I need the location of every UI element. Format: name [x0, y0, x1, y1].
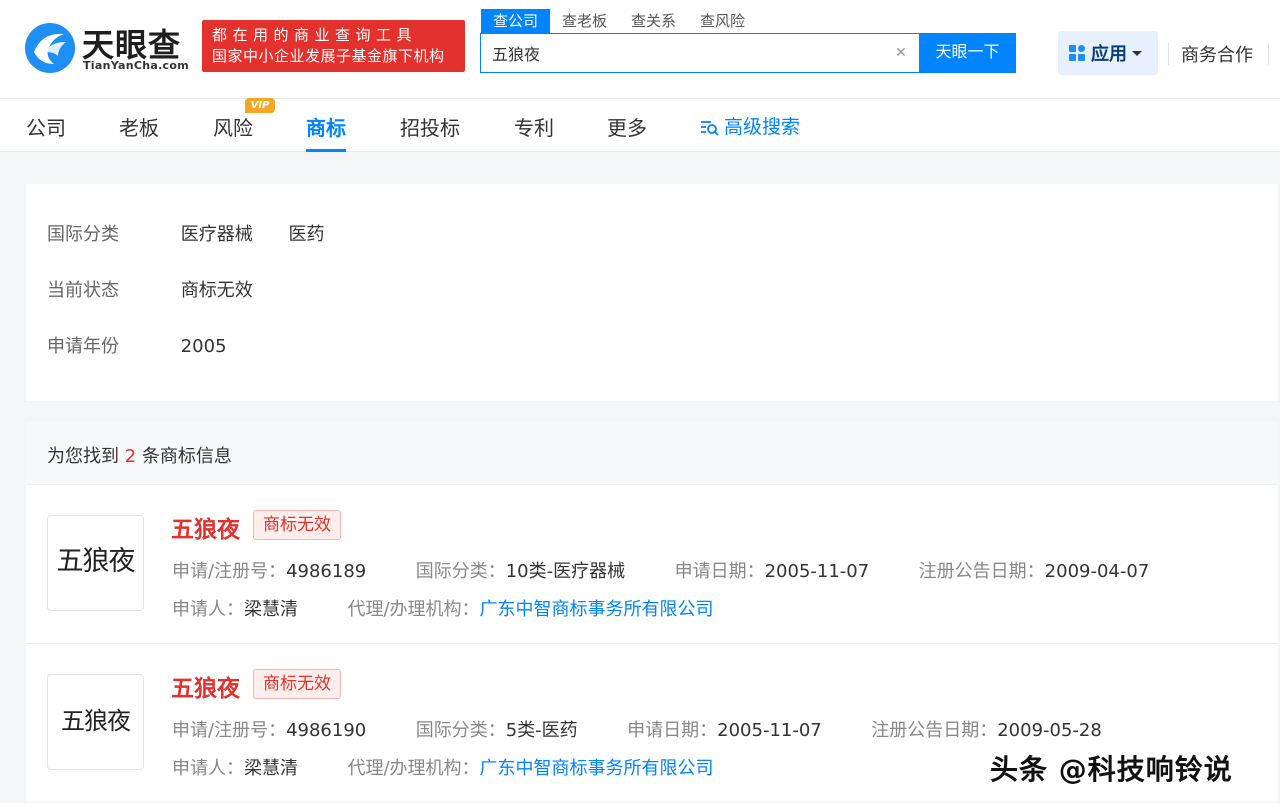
filter-value[interactable]: 2005 — [181, 336, 227, 357]
search-box: ✕ — [480, 33, 920, 73]
search-input[interactable] — [481, 34, 881, 72]
filter-value[interactable]: 商标无效 — [181, 280, 253, 301]
applicant-value[interactable]: 梁慧清 — [244, 758, 298, 779]
filter-value[interactable]: 医药 — [288, 224, 324, 245]
filter-label: 国际分类 — [47, 224, 119, 245]
filter-label: 当前状态 — [47, 280, 119, 301]
chevron-down-icon — [1132, 50, 1142, 56]
pub-date-value: 2009-05-28 — [997, 720, 1102, 741]
filter-label: 申请年份 — [47, 336, 119, 357]
nav-boss[interactable]: 老板 — [119, 112, 159, 152]
applicant-label: 申请人： — [172, 758, 244, 779]
nav-patent[interactable]: 专利 — [514, 112, 554, 152]
apply-date-value: 2005-11-07 — [717, 720, 822, 741]
header-divider-2 — [1268, 43, 1269, 65]
apps-grid-icon — [1069, 45, 1085, 61]
reg-no-label: 申请/注册号： — [172, 561, 287, 582]
trademark-name[interactable]: 五狼夜 — [171, 669, 240, 703]
filter-row-status: 当前状态 商标无效 — [47, 276, 283, 302]
header-divider — [1168, 43, 1169, 65]
status-badge: 商标无效 — [253, 669, 341, 699]
top-header: 天眼查 TianYanCha.com 都在用的商业查询工具 国家中小企业发展子基… — [0, 0, 1280, 98]
results-count: 2 — [124, 446, 137, 467]
pub-date-label: 注册公告日期： — [918, 561, 1045, 582]
tab-search-relation[interactable]: 查关系 — [619, 9, 688, 33]
nav-bidding[interactable]: 招投标 — [400, 112, 460, 152]
trademark-row: 五狼夜 五狼夜 商标无效 申请/注册号：4986189 国际分类：10类-医疗器… — [26, 485, 1278, 644]
business-cooperation-link[interactable]: 商务合作 — [1181, 41, 1253, 67]
pub-date-label: 注册公告日期： — [871, 720, 998, 741]
apply-date-label: 申请日期： — [627, 720, 718, 741]
trademark-meta-line-1: 申请/注册号：4986190 国际分类：5类-医药 申请日期：2005-11-0… — [172, 716, 1102, 742]
apply-date-value: 2005-11-07 — [764, 561, 870, 582]
apps-label: 应用 — [1091, 44, 1127, 65]
apply-date-label: 申请日期： — [674, 561, 765, 582]
advanced-search-label: 高级搜索 — [724, 116, 801, 138]
filter-panel: 国际分类 医疗器械 医药 当前状态 商标无效 申请年份 2005 — [26, 184, 1278, 401]
nav-more[interactable]: 更多 — [607, 112, 647, 152]
tab-search-risk[interactable]: 查风险 — [688, 9, 757, 33]
filter-value[interactable]: 医疗器械 — [181, 224, 253, 245]
search-type-tabs: 查公司 查老板 查关系 查风险 — [481, 9, 757, 33]
slogan-line-2: 国家中小企业发展子基金旗下机构 — [212, 47, 445, 65]
category-nav: 公司 老板 风险 VIP 商标 招投标 专利 更多 高级搜索 — [0, 98, 1280, 152]
applicant-label: 申请人： — [172, 599, 244, 620]
watermark: 头条 @科技响铃说 — [990, 753, 1233, 786]
close-icon[interactable]: ✕ — [893, 45, 909, 61]
class-label: 国际分类： — [415, 561, 506, 582]
applicant-value[interactable]: 梁慧清 — [244, 599, 298, 620]
trademark-image[interactable]: 五狼夜 — [47, 515, 144, 611]
tab-search-boss[interactable]: 查老板 — [550, 9, 619, 33]
advanced-search-icon — [701, 121, 719, 136]
vip-badge: VIP — [245, 98, 275, 113]
filter-row-year: 申请年份 2005 — [47, 332, 257, 358]
reg-no-label: 申请/注册号： — [172, 720, 287, 741]
pub-date-value: 2009-04-07 — [1044, 561, 1150, 582]
agent-link[interactable]: 广东中智商标事务所有限公司 — [480, 758, 714, 779]
class-label: 国际分类： — [415, 720, 506, 741]
trademark-meta-line-1: 申请/注册号：4986189 国际分类：10类-医疗器械 申请日期：2005-1… — [172, 557, 1149, 583]
agent-label: 代理/办理机构： — [347, 599, 480, 620]
results-summary: 为您找到 2 条商标信息 — [26, 422, 1278, 485]
tianyancha-logo[interactable]: 天眼查 TianYanCha.com — [24, 18, 194, 76]
trademark-meta-line-2: 申请人：梁慧清 代理/办理机构：广东中智商标事务所有限公司 — [172, 754, 714, 780]
results-panel: 为您找到 2 条商标信息 五狼夜 五狼夜 商标无效 申请/注册号：4986189… — [26, 422, 1278, 803]
trademark-name[interactable]: 五狼夜 — [171, 510, 240, 544]
search-button[interactable]: 天眼一下 — [919, 33, 1016, 73]
reg-no-value: 4986189 — [286, 561, 367, 582]
nav-trademark[interactable]: 商标 — [306, 112, 346, 152]
class-value: 10类-医疗器械 — [505, 561, 626, 582]
class-value: 5类-医药 — [505, 720, 578, 741]
apps-menu-button[interactable]: 应用 — [1058, 31, 1158, 75]
results-prefix: 为您找到 — [47, 446, 119, 467]
tab-search-company[interactable]: 查公司 — [481, 9, 551, 33]
nav-company[interactable]: 公司 — [26, 112, 66, 152]
trademark-meta-line-2: 申请人：梁慧清 代理/办理机构：广东中智商标事务所有限公司 — [172, 595, 714, 621]
trademark-image[interactable]: 五狼夜 — [47, 674, 144, 770]
logo-mark-icon — [25, 23, 75, 73]
reg-no-value: 4986190 — [286, 720, 367, 741]
nav-risk[interactable]: 风险 — [213, 112, 253, 152]
status-badge: 商标无效 — [253, 510, 341, 540]
filter-row-class: 国际分类 医疗器械 医药 — [47, 220, 354, 246]
results-suffix: 条商标信息 — [141, 446, 232, 467]
agent-label: 代理/办理机构： — [347, 758, 480, 779]
slogan-banner: 都在用的商业查询工具 国家中小企业发展子基金旗下机构 — [202, 20, 465, 72]
slogan-line-1: 都在用的商业查询工具 — [212, 26, 418, 44]
logo-name-en: TianYanCha.com — [83, 59, 189, 72]
agent-link[interactable]: 广东中智商标事务所有限公司 — [480, 599, 714, 620]
advanced-search-link[interactable]: 高级搜索 — [700, 112, 800, 139]
